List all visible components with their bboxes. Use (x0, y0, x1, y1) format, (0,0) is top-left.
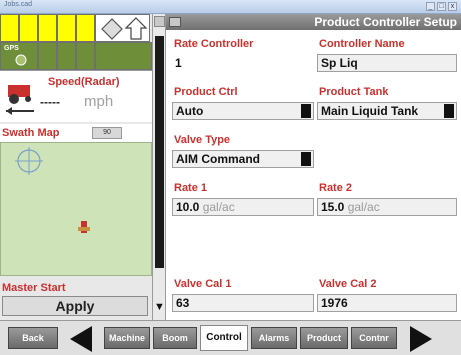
back-button[interactable]: Back (8, 327, 58, 349)
product-ctrl-dropdown[interactable]: Auto (172, 102, 314, 120)
swath-map-header: Swath Map 90 (0, 124, 152, 142)
tab-boom[interactable]: Boom (153, 327, 197, 349)
tab-product[interactable]: Product (300, 327, 348, 349)
rate1-label: Rate 1 (174, 182, 208, 194)
scroll-tabs-right-icon[interactable] (410, 326, 432, 352)
speed-title: Speed(Radar) (48, 76, 120, 88)
gps-cell: GPS (0, 42, 38, 70)
bottom-tab-bar: Back Machine Boom Control Alarms Product… (0, 320, 461, 355)
section-cell (57, 14, 76, 42)
section-cell (0, 14, 19, 42)
rate2-number: 15.0 (321, 200, 345, 214)
tab-alarms[interactable]: Alarms (251, 327, 297, 349)
rate2-label: Rate 2 (319, 182, 353, 194)
valve-type-label: Valve Type (174, 134, 231, 146)
home-arrow-icon[interactable] (124, 17, 148, 40)
rate2-unit: gal/ac (347, 200, 380, 214)
scroll-down-arrow-icon[interactable]: ▼ (154, 300, 165, 314)
dropdown-arrow-icon[interactable] (301, 152, 311, 166)
scroll-thumb[interactable] (155, 36, 164, 268)
product-controller-panel: Product Controller Setup Rate Controller… (166, 14, 461, 320)
rate-controller-value: 1 (175, 56, 182, 70)
controller-name-value: Sp Liq (321, 56, 358, 70)
window-titlebar: Jobs.cad _ □ x (0, 0, 461, 14)
speed-readout: Speed(Radar) ----- mph (0, 70, 152, 122)
product-tank-value: Main Liquid Tank (321, 104, 419, 118)
vertical-scrollbar[interactable]: ▼ (152, 14, 166, 320)
vehicle-position-icon (78, 221, 90, 233)
close-button[interactable]: x (448, 2, 457, 11)
scroll-tabs-left-icon[interactable] (70, 326, 92, 352)
panel-title: Product Controller Setup (314, 15, 457, 29)
rate1-field[interactable]: 10.0 gal/ac (172, 198, 314, 216)
product-ctrl-label: Product Ctrl (174, 86, 238, 98)
dropdown-arrow-icon[interactable] (444, 104, 454, 118)
valve-type-dropdown[interactable]: AIM Command (172, 150, 314, 168)
section-cell (57, 42, 76, 70)
master-start-label: Master Start (2, 282, 66, 294)
product-ctrl-value: Auto (176, 104, 204, 118)
swath-map-title: Swath Map (2, 127, 60, 139)
valve-cal2-value: 1976 (321, 296, 348, 310)
maximize-button[interactable]: □ (437, 2, 446, 11)
window-title: Jobs.cad (4, 1, 33, 8)
tab-machine[interactable]: Machine (104, 327, 150, 349)
swath-map[interactable] (0, 142, 152, 276)
speed-unit: mph (84, 93, 114, 110)
panel-titlebar: Product Controller Setup (166, 14, 461, 30)
rate2-field[interactable]: 15.0 gal/ac (317, 198, 457, 216)
dropdown-arrow-icon[interactable] (301, 104, 311, 118)
left-status-panel: GPS Speed(Radar) ----- mph Swath Map 90 (0, 14, 156, 326)
section-cell (38, 42, 57, 70)
panel-menu-icon[interactable] (169, 17, 181, 27)
swath-map-canvas (15, 147, 90, 233)
swath-zoom-badge[interactable]: 90 (92, 127, 122, 139)
section-cell (38, 14, 57, 42)
section-cell (76, 14, 95, 42)
valve-cal2-field[interactable]: 1976 (317, 294, 457, 312)
window-controls: _ □ x (426, 2, 457, 11)
compass-icon (15, 147, 43, 175)
rate2-value: 15.0 gal/ac (321, 200, 380, 214)
rate-controller-label: Rate Controller (174, 38, 254, 50)
nav-icons (101, 17, 148, 40)
rate1-number: 10.0 (176, 200, 200, 214)
section-cell (19, 14, 38, 42)
section-status-grid: GPS (0, 14, 152, 70)
valve-cal1-field[interactable]: 63 (172, 294, 314, 312)
valve-cal1-value: 63 (176, 296, 190, 310)
eraser-icon[interactable] (101, 18, 123, 40)
scroll-up-button[interactable] (154, 16, 165, 27)
valve-cal2-label: Valve Cal 2 (319, 278, 377, 290)
tab-contnr[interactable]: Contnr (351, 327, 397, 349)
rate1-unit: gal/ac (202, 200, 235, 214)
rate1-value: 10.0 gal/ac (176, 200, 235, 214)
controller-name-field[interactable]: Sp Liq (317, 54, 457, 72)
gps-satellite-icon (15, 54, 27, 66)
rate-controller-field[interactable]: 1 (172, 54, 314, 72)
controller-name-label: Controller Name (319, 38, 405, 50)
valve-cal1-label: Valve Cal 1 (174, 278, 232, 290)
apply-button[interactable]: Apply (2, 296, 148, 316)
speed-value: ----- (40, 95, 60, 109)
nav-icons-cell (95, 14, 150, 42)
valve-type-value: AIM Command (176, 152, 260, 166)
minimize-button[interactable]: _ (426, 2, 435, 11)
product-tank-label: Product Tank (319, 86, 389, 98)
product-tank-dropdown[interactable]: Main Liquid Tank (317, 102, 457, 120)
tab-control[interactable]: Control (200, 325, 248, 351)
section-cell (95, 42, 152, 70)
section-cell (76, 42, 95, 70)
